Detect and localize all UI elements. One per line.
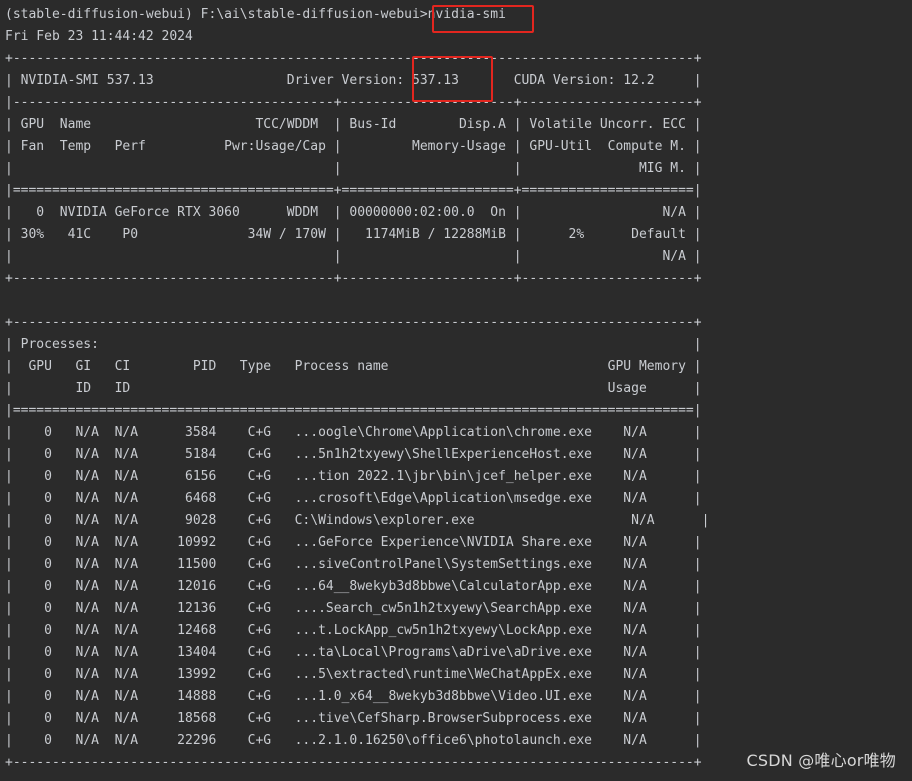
terminal-line: | | | N/A | xyxy=(5,249,702,264)
terminal-line: | NVIDIA-SMI 537.13 Driver Version: 537.… xyxy=(5,73,702,88)
terminal-line: | 30% 41C P0 34W / 170W | 1174MiB / 1228… xyxy=(5,227,702,242)
terminal-line: | 0 N/A N/A 12468 C+G ...t.LockApp_cw5n1… xyxy=(5,623,702,638)
terminal-line: +---------------------------------------… xyxy=(5,315,702,330)
terminal-line: (stable-diffusion-webui) F:\ai\stable-di… xyxy=(5,7,506,22)
terminal-output[interactable]: (stable-diffusion-webui) F:\ai\stable-di… xyxy=(0,0,912,781)
terminal-line: | 0 N/A N/A 3584 C+G ...oogle\Chrome\App… xyxy=(5,425,702,440)
terminal-line: +---------------------------------------… xyxy=(5,755,702,770)
terminal-line: | ID ID Usage | xyxy=(5,381,702,396)
terminal-line: | 0 N/A N/A 14888 C+G ...1.0_x64__8wekyb… xyxy=(5,689,702,704)
terminal-line: | GPU Name TCC/WDDM | Bus-Id Disp.A | Vo… xyxy=(5,117,702,132)
terminal-line: +---------------------------------------… xyxy=(5,51,702,66)
terminal-line: | 0 N/A N/A 18568 C+G ...tive\CefSharp.B… xyxy=(5,711,702,726)
terminal-line: | 0 N/A N/A 22296 C+G ...2.1.0.16250\off… xyxy=(5,733,702,748)
terminal-line: | 0 N/A N/A 12016 C+G ...64__8wekyb3d8bb… xyxy=(5,579,702,594)
csdn-watermark: CSDN @唯心or唯物 xyxy=(746,751,896,770)
terminal-line: | 0 N/A N/A 6468 C+G ...crosoft\Edge\App… xyxy=(5,491,702,506)
terminal-line: | | | MIG M. | xyxy=(5,161,702,176)
terminal-line: | 0 N/A N/A 10992 C+G ...GeForce Experie… xyxy=(5,535,702,550)
terminal-line: |=======================================… xyxy=(5,403,702,418)
terminal-line: | 0 N/A N/A 5184 C+G ...5n1h2txyewy\Shel… xyxy=(5,447,702,462)
terminal-line: | 0 NVIDIA GeForce RTX 3060 WDDM | 00000… xyxy=(5,205,702,220)
terminal-line: | GPU GI CI PID Type Process name GPU Me… xyxy=(5,359,702,374)
terminal-line: +---------------------------------------… xyxy=(5,271,702,286)
terminal-line: | 0 N/A N/A 6156 C+G ...tion 2022.1\jbr\… xyxy=(5,469,702,484)
terminal-line: | Fan Temp Perf Pwr:Usage/Cap | Memory-U… xyxy=(5,139,702,154)
terminal-line: Fri Feb 23 11:44:42 2024 xyxy=(5,29,193,44)
terminal-line: | 0 N/A N/A 13992 C+G ...5\extracted\run… xyxy=(5,667,702,682)
terminal-line: | Processes: | xyxy=(5,337,702,352)
terminal-line: | 0 N/A N/A 12136 C+G ....Search_cw5n1h2… xyxy=(5,601,702,616)
terminal-line: | 0 N/A N/A 9028 C+G C:\Windows\explorer… xyxy=(5,513,710,528)
terminal-line: | 0 N/A N/A 11500 C+G ...siveControlPane… xyxy=(5,557,702,572)
terminal-line: | 0 N/A N/A 13404 C+G ...ta\Local\Progra… xyxy=(5,645,702,660)
terminal-line: |---------------------------------------… xyxy=(5,95,702,110)
terminal-line: |=======================================… xyxy=(5,183,702,198)
